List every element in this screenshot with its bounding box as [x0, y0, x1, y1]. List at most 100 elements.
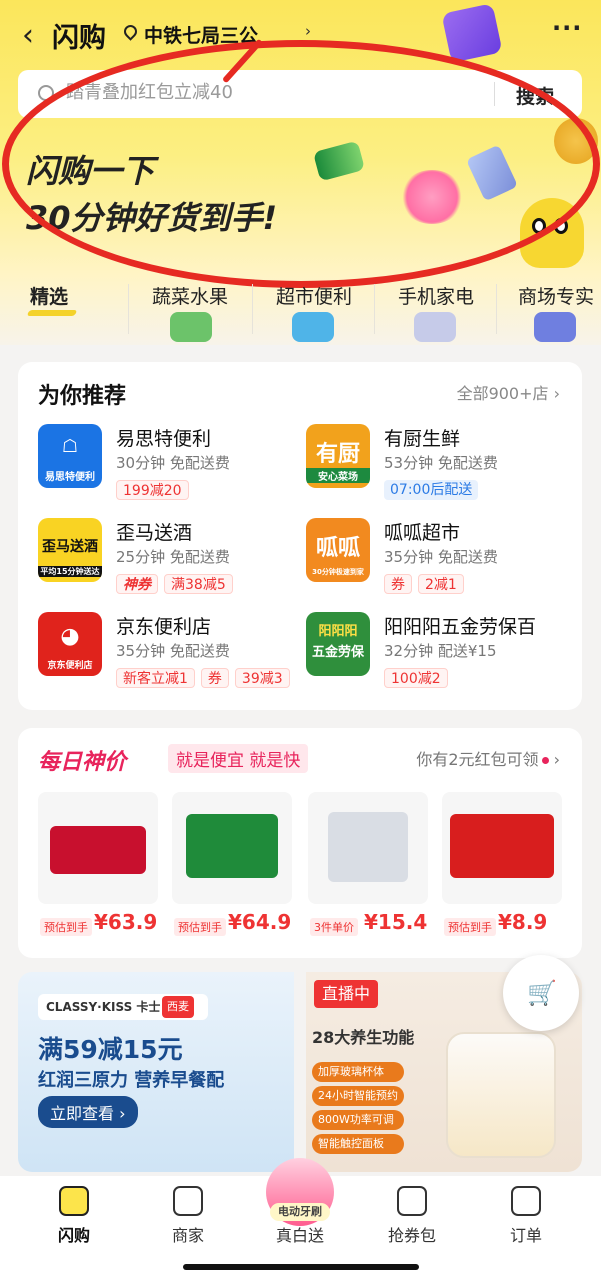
logo-main-text: 有厨: [315, 442, 360, 467]
tab-electronics[interactable]: 手机家电: [398, 282, 474, 309]
store-name: 京东便利店: [116, 616, 212, 638]
store-name: 阳阳阳五金劳保百: [384, 616, 537, 638]
beer-cans-illustration: [50, 826, 146, 874]
store-logo: 呱呱 30分钟极速到家: [306, 518, 370, 582]
promo-banner-breakfast[interactable]: CLASSY·KISS 卡士 西麦 满59减15元 红润三原力 营养早餐配 立即…: [18, 972, 294, 1172]
logo-main-text: 歪马送酒: [42, 539, 98, 555]
coupon-tag: 券: [384, 574, 412, 594]
store-name: 有厨生鲜: [384, 428, 461, 450]
product-price: ¥8.9: [498, 910, 548, 934]
view-now-button[interactable]: 立即查看 ›: [38, 1096, 138, 1128]
store-item[interactable]: 呱呱 30分钟极速到家 呱呱超市 35分钟 免配送费 券 2减1: [306, 518, 566, 604]
product-card[interactable]: 预估到手 ¥63.9: [38, 792, 158, 944]
recommend-title: 为你推荐: [38, 384, 127, 409]
price-tag-label: 预估到手: [40, 918, 92, 936]
store-item[interactable]: ☖ 易思特便利 易思特便利 30分钟 免配送费 199减20: [38, 424, 298, 510]
tab-divider: [128, 284, 129, 334]
store-icon: [173, 1186, 203, 1216]
product-price: ¥63.9: [94, 910, 158, 934]
price-tag-label: 预估到手: [174, 918, 226, 936]
kettle-product-image: [446, 1032, 556, 1158]
discount-tag: 2减1: [418, 574, 464, 594]
toothbrush-promo-label: 电动牙刷: [270, 1203, 330, 1221]
logo-caption: 易思特便利: [45, 472, 95, 483]
logo-main-text: 呱呱: [315, 536, 360, 561]
logo-caption: 平均15分钟送达: [38, 566, 102, 577]
store-item[interactable]: 歪马送酒 平均15分钟送达 歪马送酒 25分钟 免配送费 神券 满38减5: [38, 518, 298, 604]
order-list-icon: [511, 1186, 541, 1216]
coupon-tag: 券: [200, 668, 229, 688]
daily-deal-title: 每日神价: [38, 750, 127, 775]
store-item[interactable]: 阳阳阳 五金劳保 阳阳阳五金劳保百 32分钟 配送¥15 100减2: [306, 612, 566, 698]
store-logo: 歪马送酒 平均15分钟送达: [38, 518, 102, 582]
store-meta: 25分钟 免配送费: [116, 548, 230, 566]
tab-vegetables-fruits[interactable]: 蔬菜水果: [152, 282, 228, 309]
nav-label: 抢券包: [387, 1226, 436, 1245]
store-item[interactable]: 有厨 安心菜场 有厨生鲜 53分钟 免配送费 07:00后配送: [306, 424, 566, 510]
red-packet-link[interactable]: 你有2元红包可领 ›: [416, 746, 560, 770]
notification-dot: [541, 757, 549, 764]
store-item[interactable]: ◕ 京东便利店 京东便利店 35分钟 免配送费 新客立减1 券 39减3: [38, 612, 298, 698]
delivery-time-tag: 07:00后配送: [384, 480, 479, 500]
store-tags: 券 2减1: [384, 574, 464, 594]
store-tags: 199减20: [116, 480, 189, 500]
gift-box-icon: [441, 3, 503, 63]
basket-icon: [292, 312, 334, 342]
store-name: 易思特便利: [116, 428, 212, 450]
tab-supermarket[interactable]: 超市便利: [276, 282, 352, 309]
feature-pill: 24小时智能预约: [312, 1086, 404, 1106]
tab-divider: [374, 284, 375, 334]
store-tags: 07:00后配送: [384, 480, 479, 500]
feature-pill: 智能触控面板: [312, 1134, 404, 1154]
active-tab-indicator: [26, 310, 78, 316]
store-name: 呱呱超市: [384, 522, 461, 544]
nav-orders[interactable]: 订单: [476, 1186, 576, 1246]
product-card[interactable]: 3件单价 ¥15.4: [308, 792, 428, 944]
store-logo: 阳阳阳 五金劳保: [306, 612, 370, 676]
brand-logo-secondary: 西麦: [162, 996, 194, 1018]
live-badge: 直播中: [314, 980, 379, 1008]
nav-coupon-pack[interactable]: 抢券包: [362, 1186, 462, 1246]
logo-caption: 五金劳保: [311, 645, 364, 660]
logo-caption: 30分钟极速到家: [312, 568, 364, 576]
product-card[interactable]: 预估到手 ¥8.9: [442, 792, 562, 944]
store-meta: 32分钟 配送¥15: [384, 642, 497, 660]
nav-merchants[interactable]: 商家: [138, 1186, 238, 1246]
back-icon[interactable]: ‹: [22, 18, 34, 53]
logo-glyph: ◕: [60, 624, 80, 649]
location-pin-icon: [121, 22, 140, 41]
more-menu-icon[interactable]: ···: [552, 14, 582, 42]
daily-deal-subtitle: 就是便宜 就是快: [168, 744, 309, 773]
store-name: 歪马送酒: [116, 522, 193, 544]
nav-flash-buy[interactable]: 闪购: [24, 1186, 124, 1246]
product-image-beer: [38, 792, 158, 904]
discount-tag: 100减2: [384, 668, 448, 688]
product-image-heineken: [172, 792, 292, 904]
discount-tag: 满38减5: [164, 574, 233, 594]
tab-mall[interactable]: 商场专实: [518, 282, 594, 309]
discount-tag: 199减20: [116, 480, 189, 500]
product-image-cola: [442, 792, 562, 904]
store-meta: 35分钟 免配送费: [384, 548, 498, 566]
phone-icon: [414, 312, 456, 342]
tab-divider: [252, 284, 253, 334]
store-tags: 100减2: [384, 668, 448, 688]
mall-icon: [534, 312, 576, 342]
store-logo: 有厨 安心菜场: [306, 424, 370, 488]
red-packet-text: 你有2元红包可领: [416, 750, 539, 769]
cart-icon: 🛒: [527, 979, 557, 1007]
promo-headline: 满59减15元: [38, 1035, 183, 1064]
coupon-tag: 神券: [116, 574, 158, 594]
product-card[interactable]: 预估到手 ¥64.9: [172, 792, 292, 944]
store-tags: 新客立减1 券 39减3: [116, 668, 290, 688]
chevron-right-icon[interactable]: ›: [305, 22, 311, 40]
price-tag-label: 预估到手: [444, 918, 496, 936]
live-headline: 28大养生功能: [312, 1028, 415, 1047]
store-logo: ☖ 易思特便利: [38, 424, 102, 488]
tab-divider: [496, 284, 497, 334]
view-all-stores-link[interactable]: 全部900+店 ›: [457, 380, 560, 404]
nav-label: 订单: [509, 1226, 542, 1245]
daily-deal-card: 每日神价 就是便宜 就是快 你有2元红包可领 › 预估到手 ¥63.9 预估到手…: [18, 728, 582, 958]
cart-button[interactable]: 🛒: [503, 955, 579, 1031]
tab-featured[interactable]: 精选: [30, 282, 68, 309]
